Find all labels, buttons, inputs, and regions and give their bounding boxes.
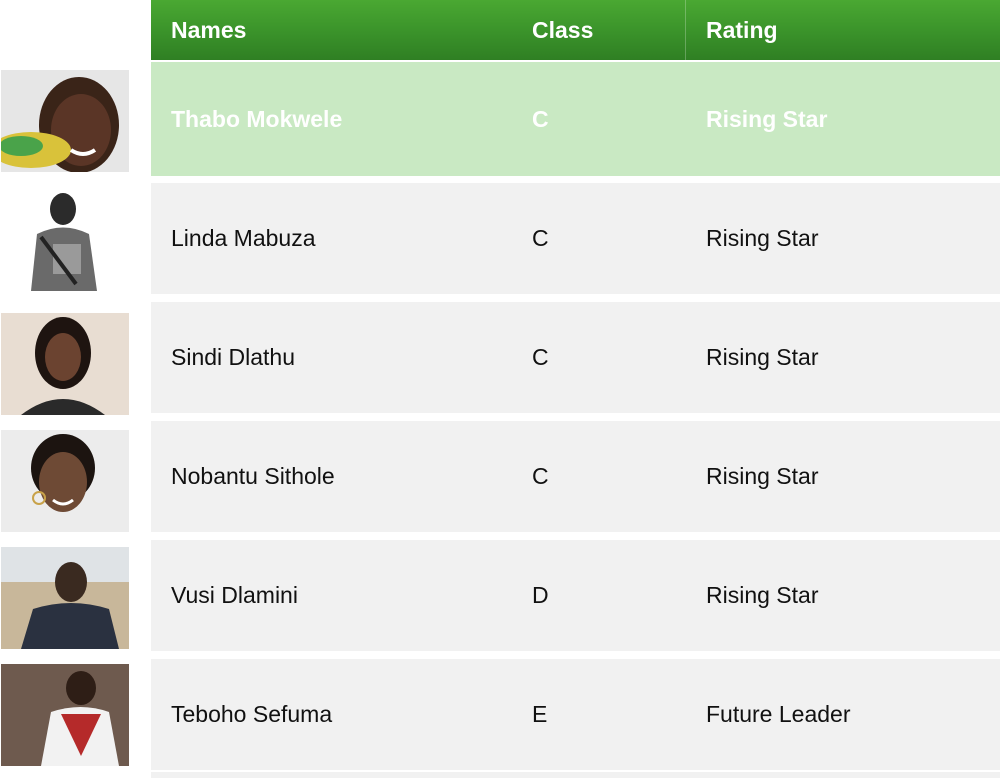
student-photo-sindi xyxy=(1,313,129,415)
cell-rating: Rising Star xyxy=(706,582,819,608)
cell-name: Nobantu Sithole xyxy=(171,463,335,489)
cell-name: Vusi Dlamini xyxy=(171,582,298,608)
student-photo-linda xyxy=(1,189,129,291)
students-table: Names Class Rating Thabo Mokwele C Risin… xyxy=(151,0,1000,778)
table-row[interactable]: Sindi Dlathu C Rising Star xyxy=(151,302,1000,413)
table-row[interactable]: Linda Mabuza C Rising Star xyxy=(151,183,1000,294)
cell-class: C xyxy=(532,225,549,251)
header-divider xyxy=(685,0,686,60)
cell-rating: Rising Star xyxy=(706,463,819,489)
cell-class: D xyxy=(532,582,549,608)
cell-name: Teboho Sefuma xyxy=(171,701,333,727)
table-row[interactable]: Vusi Dlamini D Rising Star xyxy=(151,540,1000,651)
cell-class: E xyxy=(532,701,548,727)
cell-name: Thabo Mokwele xyxy=(171,105,343,132)
cell-rating: Future Leader xyxy=(706,701,851,727)
student-photo-nobantu xyxy=(1,430,129,532)
cell-class: C xyxy=(532,105,549,132)
table-row[interactable]: Teboho Sefuma E Future Leader xyxy=(151,659,1000,770)
column-header-names[interactable]: Names xyxy=(171,0,246,60)
table-row[interactable]: Nobantu Sithole C Rising Star xyxy=(151,421,1000,532)
student-photo-thabo xyxy=(1,70,129,172)
cell-rating: Rising Star xyxy=(706,344,819,370)
student-photo-vusi xyxy=(1,547,129,649)
student-photo-teboho xyxy=(1,664,129,766)
table-bottom-edge xyxy=(151,772,1000,778)
cell-class: C xyxy=(532,344,549,370)
cell-rating: Rising Star xyxy=(706,105,828,132)
table-header: Names Class Rating xyxy=(151,0,1000,60)
cell-name: Sindi Dlathu xyxy=(171,344,296,370)
photo-column xyxy=(0,0,132,778)
cell-name: Linda Mabuza xyxy=(171,225,316,251)
table-row[interactable]: Thabo Mokwele C Rising Star xyxy=(151,62,1000,176)
column-header-rating[interactable]: Rating xyxy=(706,0,778,60)
column-header-class[interactable]: Class xyxy=(532,0,593,60)
cell-rating: Rising Star xyxy=(706,225,819,251)
cell-class: C xyxy=(532,463,549,489)
